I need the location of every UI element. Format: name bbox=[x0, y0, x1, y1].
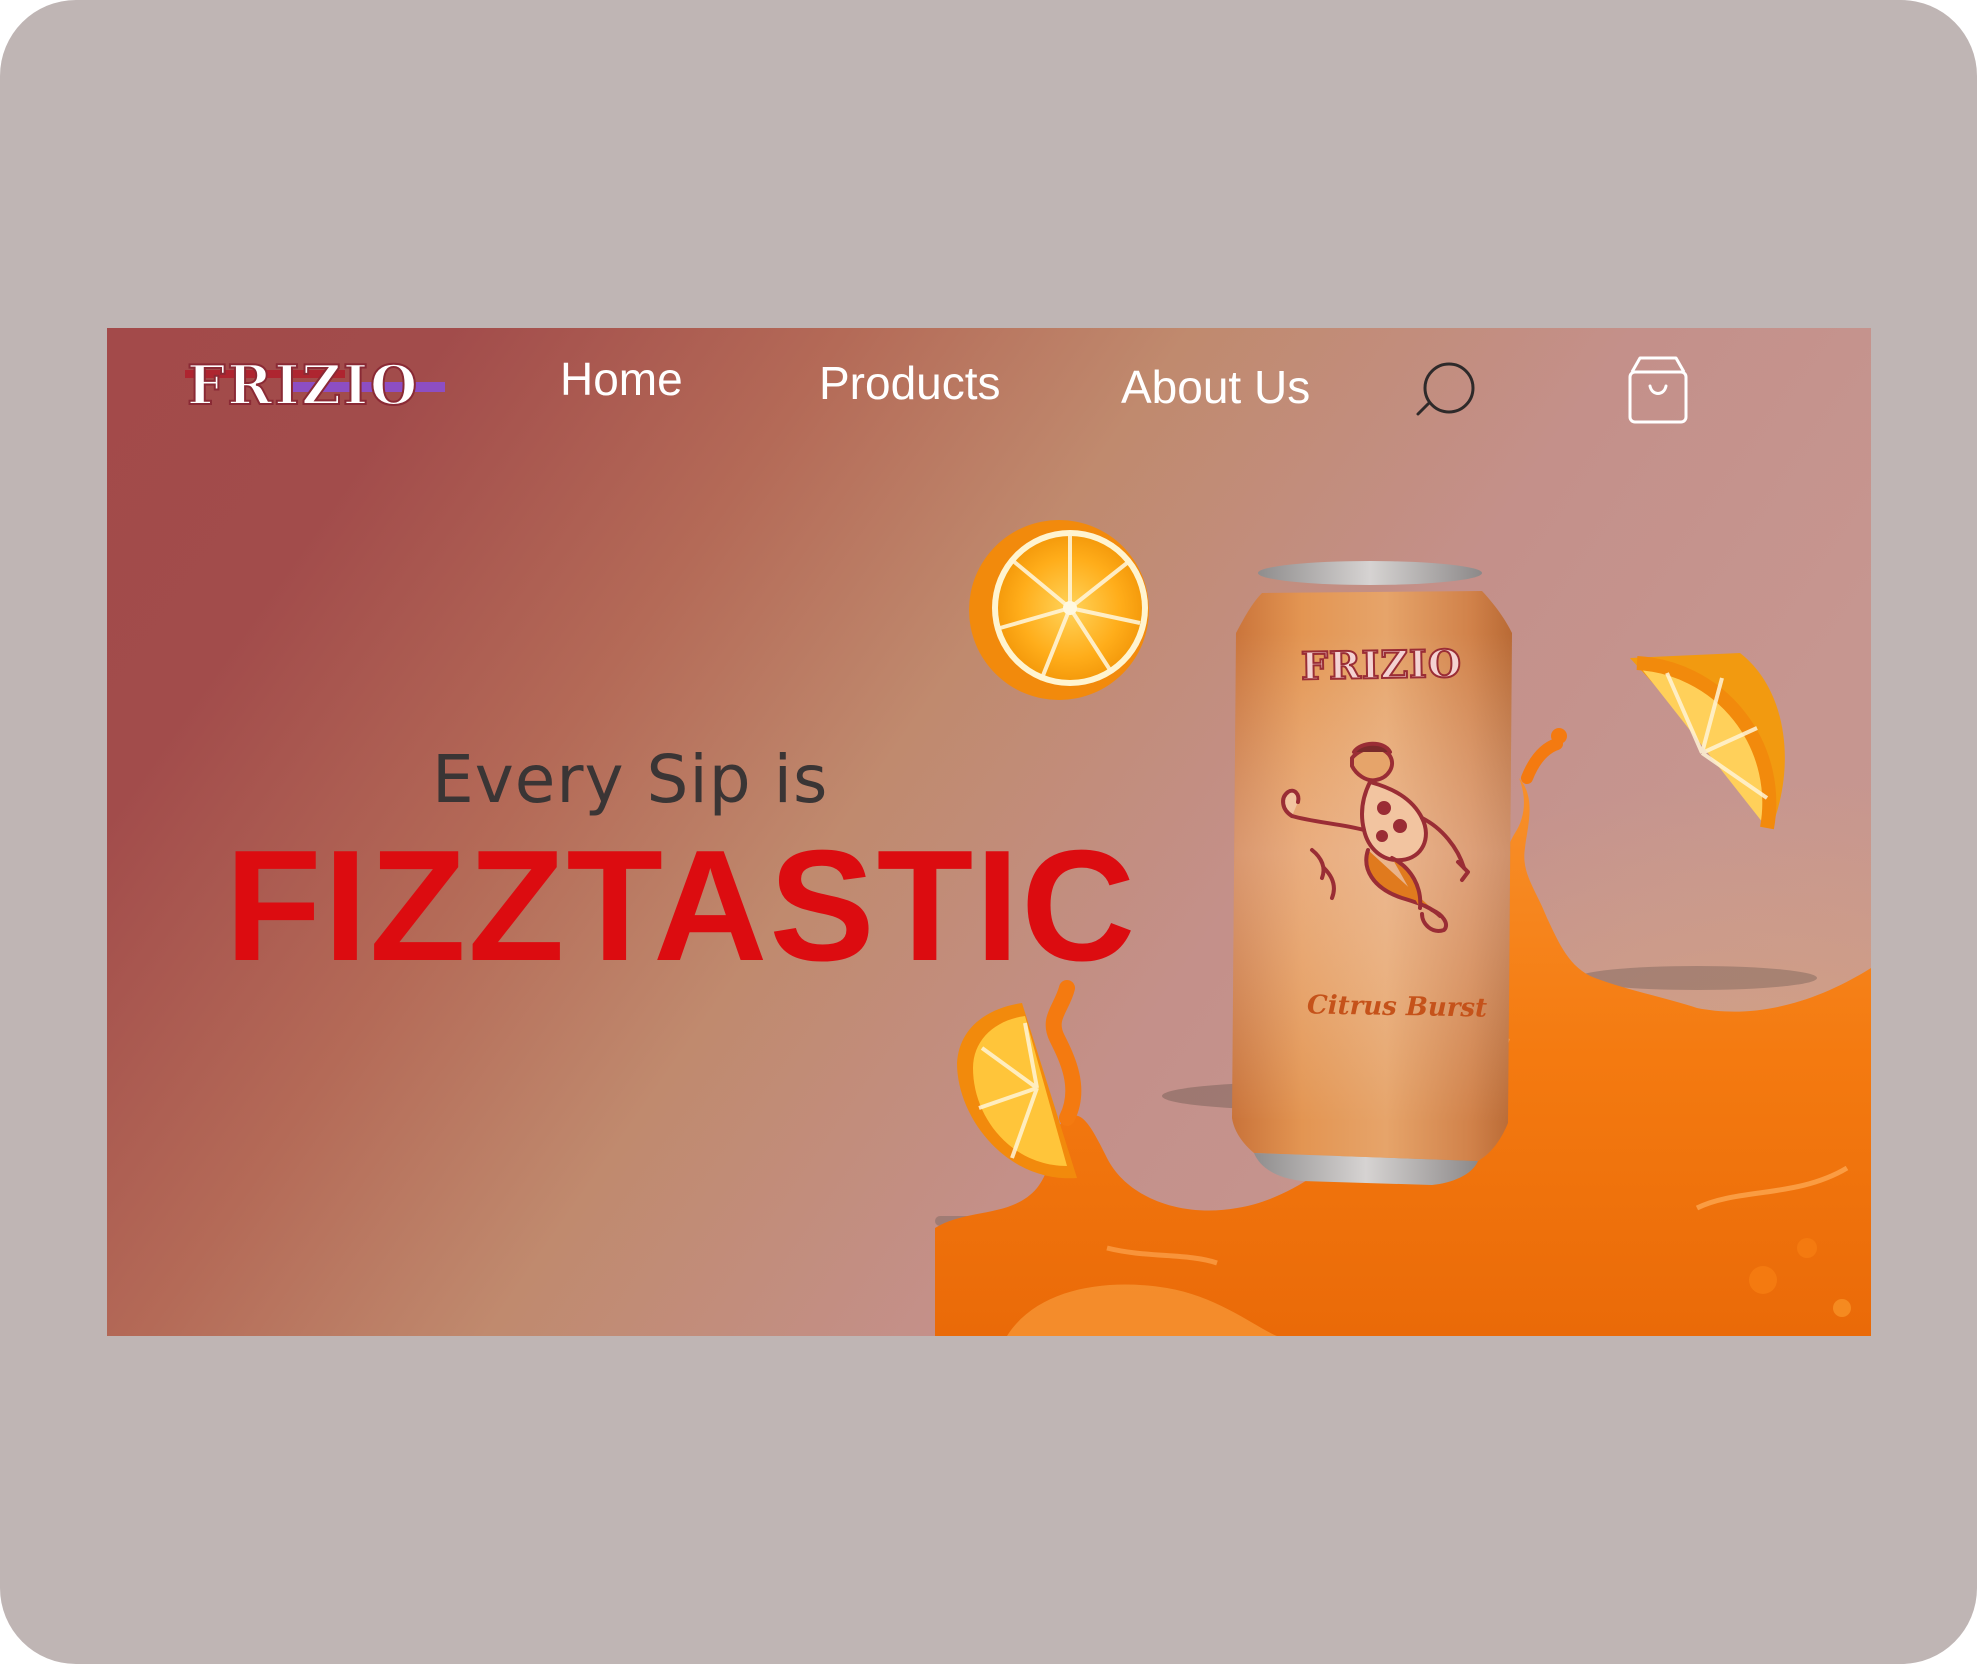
orange-half-top bbox=[969, 520, 1149, 700]
brand-logo[interactable]: FRIZIO bbox=[185, 346, 455, 426]
hero-headline: FIZZTASTIC bbox=[225, 818, 1138, 994]
hero-tagline: Every Sip is bbox=[432, 741, 829, 818]
hero-banner: FRIZIO Home Products About Us Every Sip … bbox=[107, 328, 1871, 1336]
can-flavor-label: Citrus Burst bbox=[1306, 990, 1488, 1024]
nav-link-about-us[interactable]: About Us bbox=[1121, 360, 1310, 414]
logo-text: FRIZIO bbox=[187, 353, 419, 417]
nav-link-products[interactable]: Products bbox=[819, 356, 1001, 410]
search-icon bbox=[1416, 362, 1475, 416]
shopping-bag-icon bbox=[1628, 356, 1688, 424]
search-button[interactable] bbox=[1408, 358, 1478, 428]
screen-frame: FRIZIO Home Products About Us Every Sip … bbox=[0, 0, 1977, 1664]
cart-button[interactable] bbox=[1626, 354, 1692, 426]
orange-slice-right bbox=[1630, 653, 1785, 830]
nav-link-home[interactable]: Home bbox=[560, 352, 683, 406]
can-brand-label: FRIZIO bbox=[1300, 640, 1464, 690]
